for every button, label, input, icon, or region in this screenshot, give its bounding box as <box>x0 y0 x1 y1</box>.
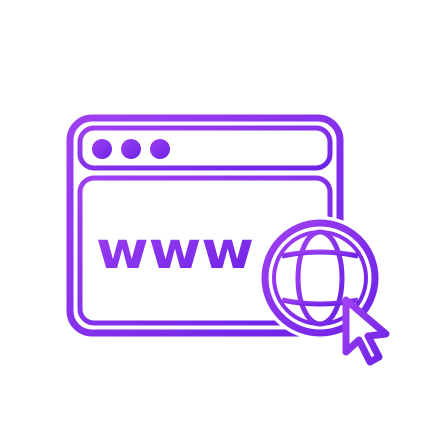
window-dot-2 <box>121 139 141 159</box>
www-label: www <box>96 221 254 281</box>
web-browser-illustration: www <box>0 0 437 437</box>
window-controls <box>92 139 170 159</box>
browser-globe-icon: www <box>66 114 390 366</box>
window-dot-3 <box>150 139 170 159</box>
window-dot-1 <box>92 139 112 159</box>
